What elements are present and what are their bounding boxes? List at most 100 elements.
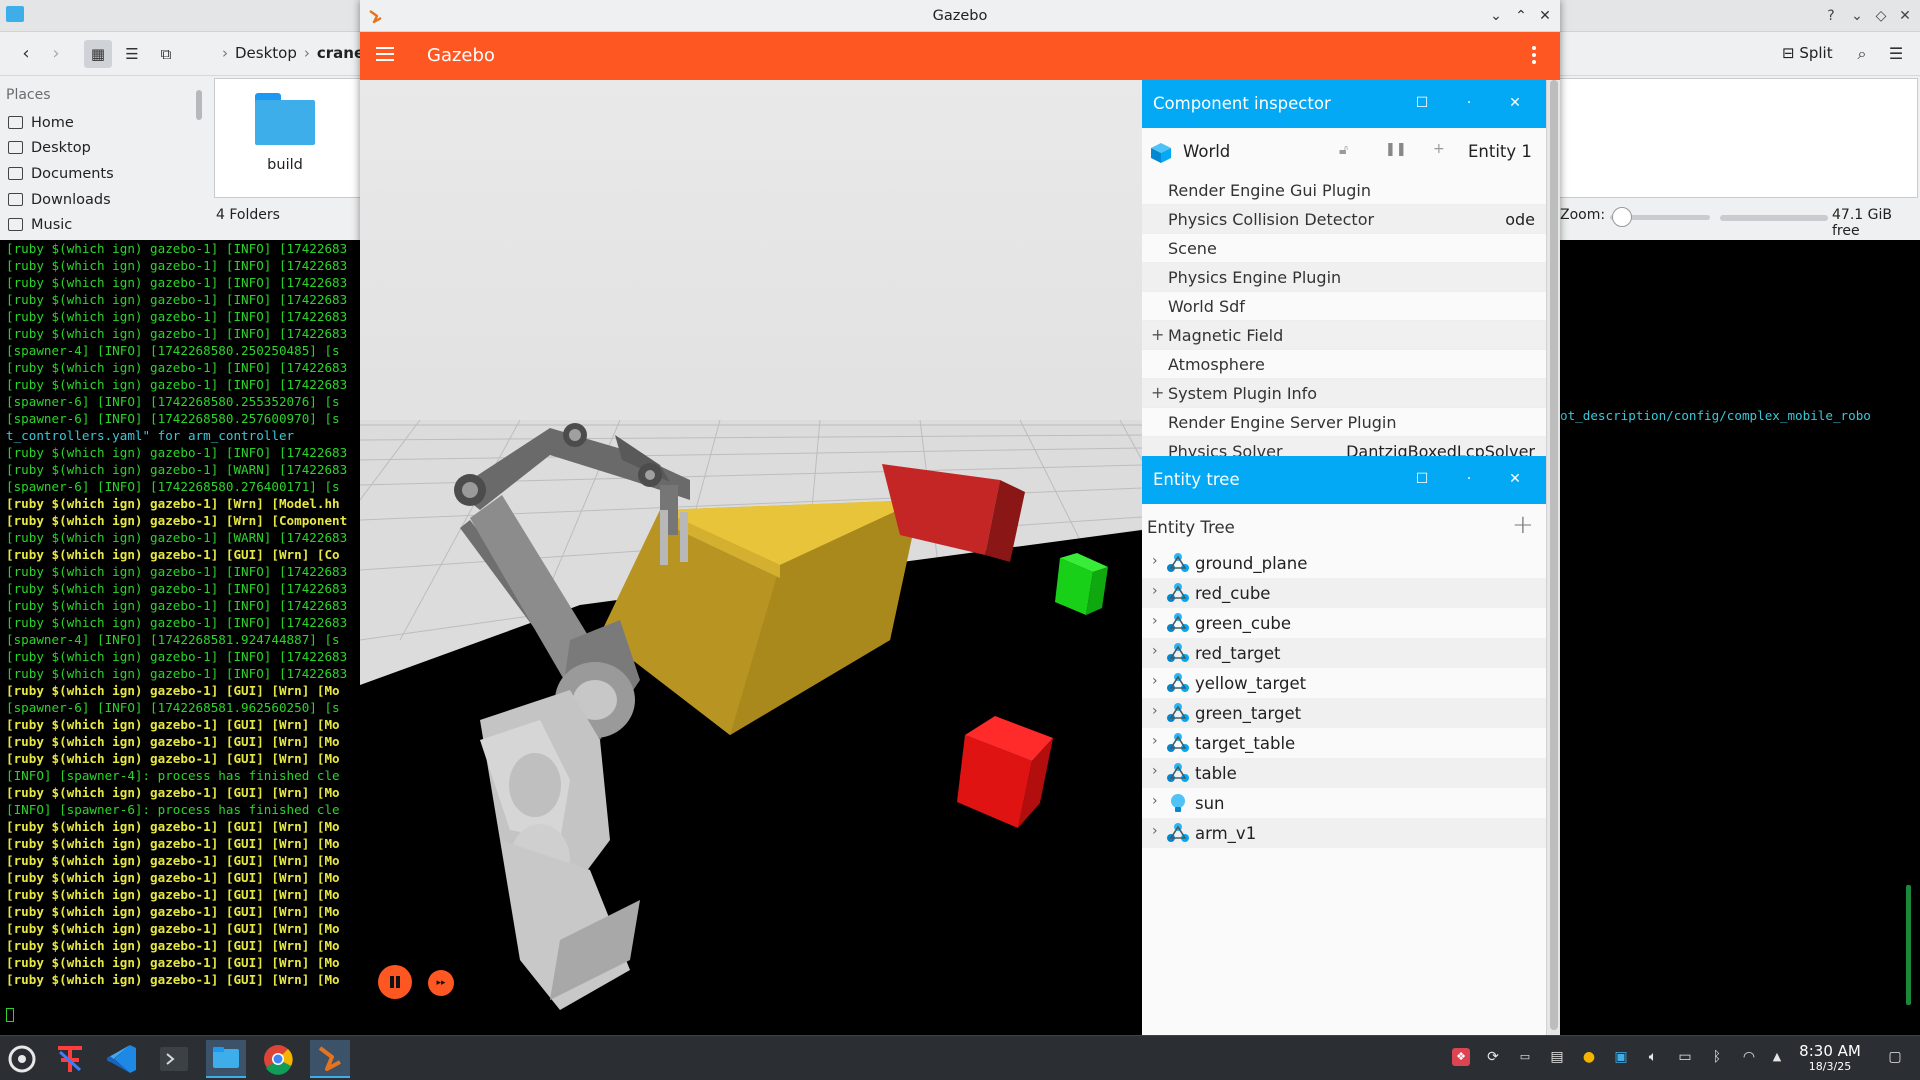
add-entity-icon[interactable]: + <box>1512 510 1534 540</box>
component-row[interactable]: Physics Collision Detector ode <box>1142 205 1546 234</box>
menu-icon[interactable]: ☰ <box>1882 40 1910 68</box>
app-launcher-icon[interactable] <box>2 1040 42 1078</box>
chevron-right-icon[interactable]: › <box>1152 763 1158 779</box>
3d-scene-viewport[interactable]: ▸▸ <box>360 80 1142 1035</box>
more-options-icon[interactable] <box>1532 46 1536 66</box>
split-button[interactable]: ⊟ Split <box>1782 44 1833 62</box>
component-row[interactable]: Scene <box>1142 234 1546 263</box>
panel-scrollbar-thumb[interactable] <box>1550 80 1558 1030</box>
entity-tree-item[interactable]: › green_cube <box>1142 608 1546 638</box>
lock-icon[interactable]: 🔓︎ <box>1339 142 1348 158</box>
entity-tree-item[interactable]: › arm_v1 <box>1142 818 1546 848</box>
maximize-icon[interactable]: ⌃ <box>1510 5 1532 27</box>
chevron-right-icon[interactable]: › <box>1152 793 1158 809</box>
folder-label[interactable]: build <box>247 157 323 173</box>
component-row[interactable]: Physics Solver DantzigBoxedLcpSolver <box>1142 437 1546 456</box>
entity-tree-item[interactable]: › yellow_target <box>1142 668 1546 698</box>
close-icon[interactable]: ✕ <box>1534 5 1556 27</box>
entity-tree-item[interactable]: › target_table <box>1142 728 1546 758</box>
wifi-icon[interactable]: ◠ <box>1740 1048 1758 1066</box>
clock-date[interactable]: 18/3/25 <box>1799 1060 1861 1073</box>
terminal-app-icon[interactable] <box>154 1040 194 1078</box>
step-button[interactable]: ▸▸ <box>428 970 454 996</box>
chevron-right-icon[interactable]: › <box>1152 643 1158 659</box>
component-row[interactable]: Physics Engine Plugin <box>1142 263 1546 292</box>
component-label: Physics Solver <box>1168 442 1283 456</box>
clock-time[interactable]: 8:30 AM <box>1799 1042 1861 1060</box>
icons-view-icon[interactable]: ▦ <box>84 40 112 68</box>
component-label: Magnetic Field <box>1168 326 1284 345</box>
notification-app-icon[interactable]: ❖ <box>1452 1048 1470 1066</box>
chevron-right-icon[interactable]: › <box>1152 823 1158 839</box>
component-row[interactable]: + System Plugin Info <box>1142 379 1546 408</box>
details-view-icon[interactable]: ⧉ <box>152 40 180 68</box>
zoom-slider-handle[interactable] <box>1612 207 1632 227</box>
place-desktop[interactable]: Desktop <box>8 140 91 164</box>
add-component-icon[interactable]: + <box>1433 141 1445 157</box>
chrome-icon[interactable] <box>258 1040 298 1078</box>
place-label: Desktop <box>31 140 91 156</box>
entity-tree-item[interactable]: › ground_plane <box>1142 548 1546 578</box>
place-home[interactable]: Home <box>8 115 74 139</box>
pause-updates-icon[interactable]: ❚❚ <box>1385 142 1407 157</box>
battery-icon[interactable]: ▭ <box>1676 1048 1694 1066</box>
chevron-right-icon[interactable]: › <box>1152 673 1158 689</box>
terminal-scrollbar[interactable] <box>1906 885 1911 1005</box>
maximize-panel-icon[interactable]: ☐ <box>1412 93 1432 113</box>
forward-icon[interactable]: › <box>42 40 70 68</box>
maximize-panel-icon[interactable]: ☐ <box>1412 469 1432 489</box>
vscode-icon[interactable] <box>102 1040 142 1078</box>
file-manager-app-button[interactable] <box>206 1040 246 1078</box>
pause-button[interactable] <box>378 965 412 999</box>
chevron-right-icon[interactable]: › <box>1152 613 1158 629</box>
entity-tree-item[interactable]: › red_target <box>1142 638 1546 668</box>
chevron-right-icon[interactable]: › <box>1152 703 1158 719</box>
close-panel-icon[interactable]: ✕ <box>1505 93 1525 113</box>
folder-icon[interactable] <box>255 93 315 145</box>
panel-scrollbar[interactable] <box>1546 80 1560 1035</box>
entity-tree-item[interactable]: › red_cube <box>1142 578 1546 608</box>
place-documents[interactable]: Documents <box>8 166 114 190</box>
compact-view-icon[interactable]: ☰ <box>118 40 146 68</box>
component-row[interactable]: Atmosphere <box>1142 350 1546 379</box>
float-panel-icon[interactable]: · <box>1459 469 1479 489</box>
place-downloads[interactable]: Downloads <box>8 192 111 216</box>
float-panel-icon[interactable]: · <box>1459 93 1479 113</box>
component-row[interactable]: Render Engine Server Plugin <box>1142 408 1546 437</box>
search-icon[interactable]: ⌕ <box>1848 40 1876 68</box>
expand-icon[interactable]: + <box>1151 383 1164 402</box>
bluetooth-icon[interactable]: ᛒ <box>1708 1048 1726 1066</box>
chevron-right-icon[interactable]: › <box>1152 583 1158 599</box>
entity-tree-item[interactable]: › sun <box>1142 788 1546 818</box>
keep-above-icon[interactable]: ◇ <box>1870 5 1892 27</box>
expand-icon[interactable]: + <box>1151 325 1164 344</box>
chevron-right-icon[interactable]: › <box>1152 733 1158 749</box>
minimize-icon[interactable]: ⌄ <box>1485 5 1507 27</box>
weather-icon[interactable]: ● <box>1580 1048 1598 1066</box>
component-row[interactable]: World Sdf <box>1142 292 1546 321</box>
entity-tree-item[interactable]: › table <box>1142 758 1546 788</box>
show-desktop-icon[interactable]: ▢ <box>1886 1048 1904 1066</box>
places-scrollbar[interactable] <box>196 90 202 120</box>
breadcrumb-crane[interactable]: crane <box>317 44 364 62</box>
minimize-icon[interactable]: ⌄ <box>1846 5 1868 27</box>
gazebo-app-button[interactable] <box>310 1040 350 1078</box>
expand-tray-icon[interactable]: ▲ <box>1768 1048 1786 1066</box>
place-music[interactable]: Music <box>8 217 72 231</box>
menu-icon[interactable] <box>376 47 394 61</box>
display-icon[interactable]: ▣ <box>1612 1048 1630 1066</box>
terminal-tray-icon[interactable]: ▭ <box>1516 1048 1534 1066</box>
chevron-right-icon[interactable]: › <box>1152 553 1158 569</box>
help-icon[interactable]: ? <box>1820 5 1842 27</box>
component-row[interactable]: Render Engine Gui Plugin <box>1142 176 1546 205</box>
back-icon[interactable]: ‹ <box>12 40 40 68</box>
close-panel-icon[interactable]: ✕ <box>1505 469 1525 489</box>
breadcrumb-desktop[interactable]: Desktop <box>235 44 297 62</box>
entity-tree-item[interactable]: › green_target <box>1142 698 1546 728</box>
close-icon[interactable]: ✕ <box>1894 5 1916 27</box>
updates-icon[interactable]: ⟳ <box>1484 1048 1502 1066</box>
component-row[interactable]: + Magnetic Field <box>1142 321 1546 350</box>
volume-icon[interactable]: 🔈︎ <box>1644 1048 1662 1066</box>
chat-app-icon[interactable] <box>50 1040 90 1078</box>
clipboard-icon[interactable]: ▤ <box>1548 1048 1566 1066</box>
